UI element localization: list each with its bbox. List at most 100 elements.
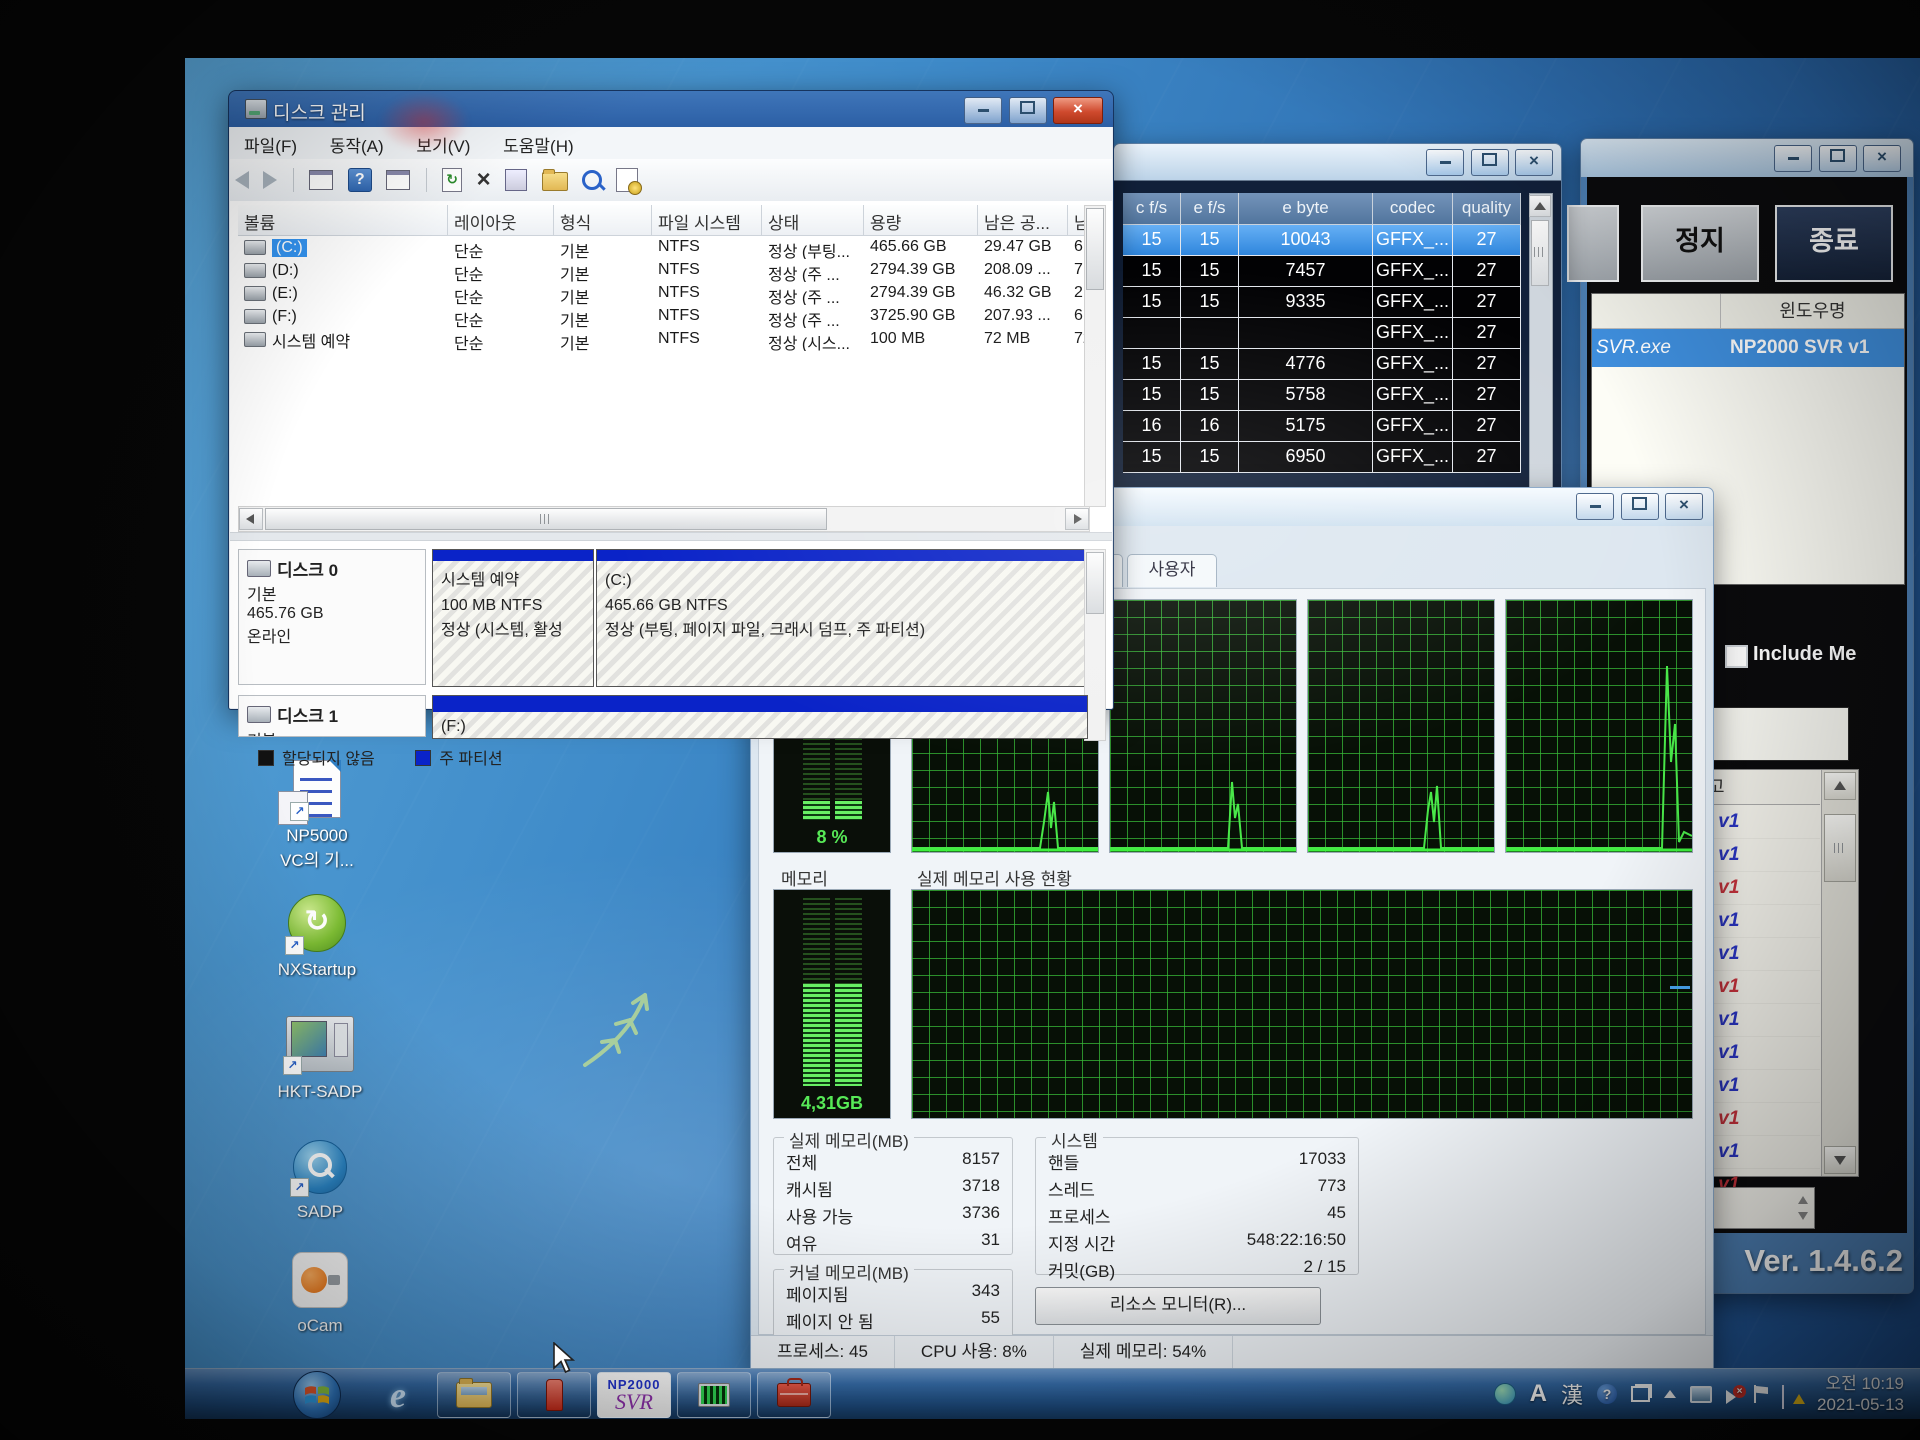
network-warning-icon[interactable] [1782,1386,1802,1402]
cell-ebyte[interactable]: 5175 [1239,411,1373,442]
cell-codec[interactable]: GFFX_... [1373,287,1453,318]
forward-arrow-icon[interactable] [263,171,277,189]
cell-ebyte[interactable]: 10043 [1239,225,1373,256]
window-name-column-header[interactable]: 윈도우명 [1721,294,1904,328]
cell-filesystem[interactable]: NTFS [652,282,762,305]
include-me-checkbox[interactable] [1725,645,1748,668]
properties-icon[interactable] [505,169,527,191]
taskbar-explorer-button[interactable] [437,1372,511,1418]
ime-a-indicator[interactable]: A [1530,1380,1547,1408]
cell-ebyte[interactable]: 4776 [1239,349,1373,380]
cell-codec[interactable]: GFFX_... [1373,442,1453,473]
taskbar-ie-button[interactable]: e [370,1373,426,1417]
process-column-header[interactable] [1592,294,1721,328]
ime-language-icon[interactable] [1494,1383,1516,1405]
volume-row-c[interactable]: (C:) [238,236,448,259]
cell-quality[interactable]: 27 [1453,287,1521,318]
taskbar-red-device-button[interactable] [517,1372,591,1418]
cell-codec[interactable]: GFFX_... [1373,380,1453,411]
open-folder-icon[interactable] [542,172,568,191]
cell-free[interactable]: 29.47 GB [978,236,1068,259]
cell-ebyte[interactable]: 7457 [1239,256,1373,287]
cell-efs[interactable]: 16 [1181,411,1239,442]
volume-row-d[interactable]: (D:) [238,259,448,282]
partition-f[interactable]: (F:) [432,695,1088,739]
cell-codec[interactable]: GFFX_... [1373,225,1453,256]
cell-status[interactable]: 정상 (주 ... [762,259,864,282]
column-header[interactable]: 용량 [864,205,978,236]
cell-cfs[interactable]: 15 [1123,442,1181,473]
desktop-icon-sadp[interactable]: ↗ SADP [268,1140,372,1222]
scrollbar-thumb[interactable] [1086,552,1104,614]
partition-c[interactable]: (C:) 465.66 GB NTFS 정상 (부팅, 페이지 파일, 크래시 … [596,549,1088,687]
column-header[interactable]: e f/s [1181,193,1239,225]
scroll-right-button[interactable] [1065,508,1089,530]
cell-free[interactable]: 46.32 GB [978,282,1068,305]
cell-codec[interactable]: GFFX_... [1373,318,1453,349]
cell-codec[interactable]: GFFX_... [1373,349,1453,380]
disk0-info[interactable]: 디스크 0 기본 465.76 GB 온라인 [238,549,426,685]
horizontal-scrollbar[interactable] [238,506,1090,532]
cell-status[interactable]: 정상 (부팅... [762,236,864,259]
title-bar[interactable]: 디스크 관리 × [229,91,1113,127]
cell-status[interactable]: 정상 (시스... [762,328,864,351]
cell-layout[interactable]: 단순 [448,328,554,351]
cell-cfs[interactable]: 15 [1123,349,1181,380]
cell-free[interactable]: 207.93 ... [978,305,1068,328]
column-header[interactable]: e byte [1239,193,1373,225]
close-button[interactable]: × [1665,493,1703,520]
close-button[interactable]: × [1053,97,1103,124]
cell-ebyte[interactable]: 9335 [1239,287,1373,318]
menu-file[interactable]: 파일(F) [230,127,311,162]
column-header[interactable]: 남은 공... [978,205,1068,236]
scroll-up-button[interactable] [1529,195,1551,217]
cell-cfs[interactable]: 15 [1123,380,1181,411]
cell-cfs[interactable] [1123,318,1181,349]
cell-quality[interactable]: 27 [1453,349,1521,380]
stop-button[interactable]: 정지 [1641,205,1759,282]
panes-icon[interactable] [386,170,410,190]
action-center-flag-icon[interactable] [1754,1385,1768,1403]
cell-codec[interactable]: GFFX_... [1373,411,1453,442]
cell-capacity[interactable]: 2794.39 GB [864,259,978,282]
volume-row-f[interactable]: (F:) [238,305,448,328]
cell-cfs[interactable]: 16 [1123,411,1181,442]
column-header[interactable]: 레이아웃 [448,205,554,236]
cell-quality[interactable]: 27 [1453,442,1521,473]
cell-status[interactable]: 정상 (주 ... [762,282,864,305]
tab-users[interactable]: 사용자 [1127,554,1217,587]
cell-layout[interactable]: 단순 [448,305,554,328]
ime-hanja-indicator[interactable]: 漢 [1561,1378,1583,1410]
cell-type[interactable]: 기본 [554,259,652,282]
maximize-button[interactable] [1621,493,1659,520]
start-button[interactable] [293,1371,341,1419]
desktop-icon-hkt-sadp[interactable]: ↗ HKT-SADP [262,1016,378,1102]
cell-type[interactable]: 기본 [554,236,652,259]
cell-ebyte[interactable]: 6950 [1239,442,1373,473]
back-arrow-icon[interactable] [235,171,249,189]
cell-free[interactable]: 208.09 ... [978,259,1068,282]
cell-filesystem[interactable]: NTFS [652,328,762,351]
scrollbar-thumb[interactable] [1824,814,1856,882]
desktop-icon-np5000[interactable]: ↗ NP5000 VC의 기... [262,760,372,871]
settings-icon[interactable] [616,168,638,192]
scroll-down-button[interactable] [1824,1146,1856,1174]
cell-cfs[interactable]: 15 [1123,256,1181,287]
cell-capacity[interactable]: 3725.90 GB [864,305,978,328]
column-header[interactable]: 상태 [762,205,864,236]
partial-button[interactable] [1567,205,1619,282]
minimize-button[interactable] [1774,145,1812,172]
cell-efs[interactable]: 15 [1181,256,1239,287]
taskbar-task-manager-button[interactable] [677,1372,751,1418]
cell-efs[interactable]: 15 [1181,380,1239,411]
memo-scrollbar[interactable] [1821,770,1858,1176]
close-button[interactable]: × [1863,145,1901,172]
restore-windows-icon[interactable] [1631,1386,1650,1402]
cell-cfs[interactable]: 15 [1123,287,1181,318]
scroll-left-button[interactable] [239,508,263,530]
help-icon[interactable]: ? [348,168,372,192]
desktop-icon-nxstartup[interactable]: ↻ ↗ NXStartup [262,894,372,980]
column-header[interactable]: 형식 [554,205,652,236]
menu-action[interactable]: 동작(A) [316,127,398,162]
taskbar-np2000-svr-button[interactable]: NP2000 SVR [597,1372,671,1418]
